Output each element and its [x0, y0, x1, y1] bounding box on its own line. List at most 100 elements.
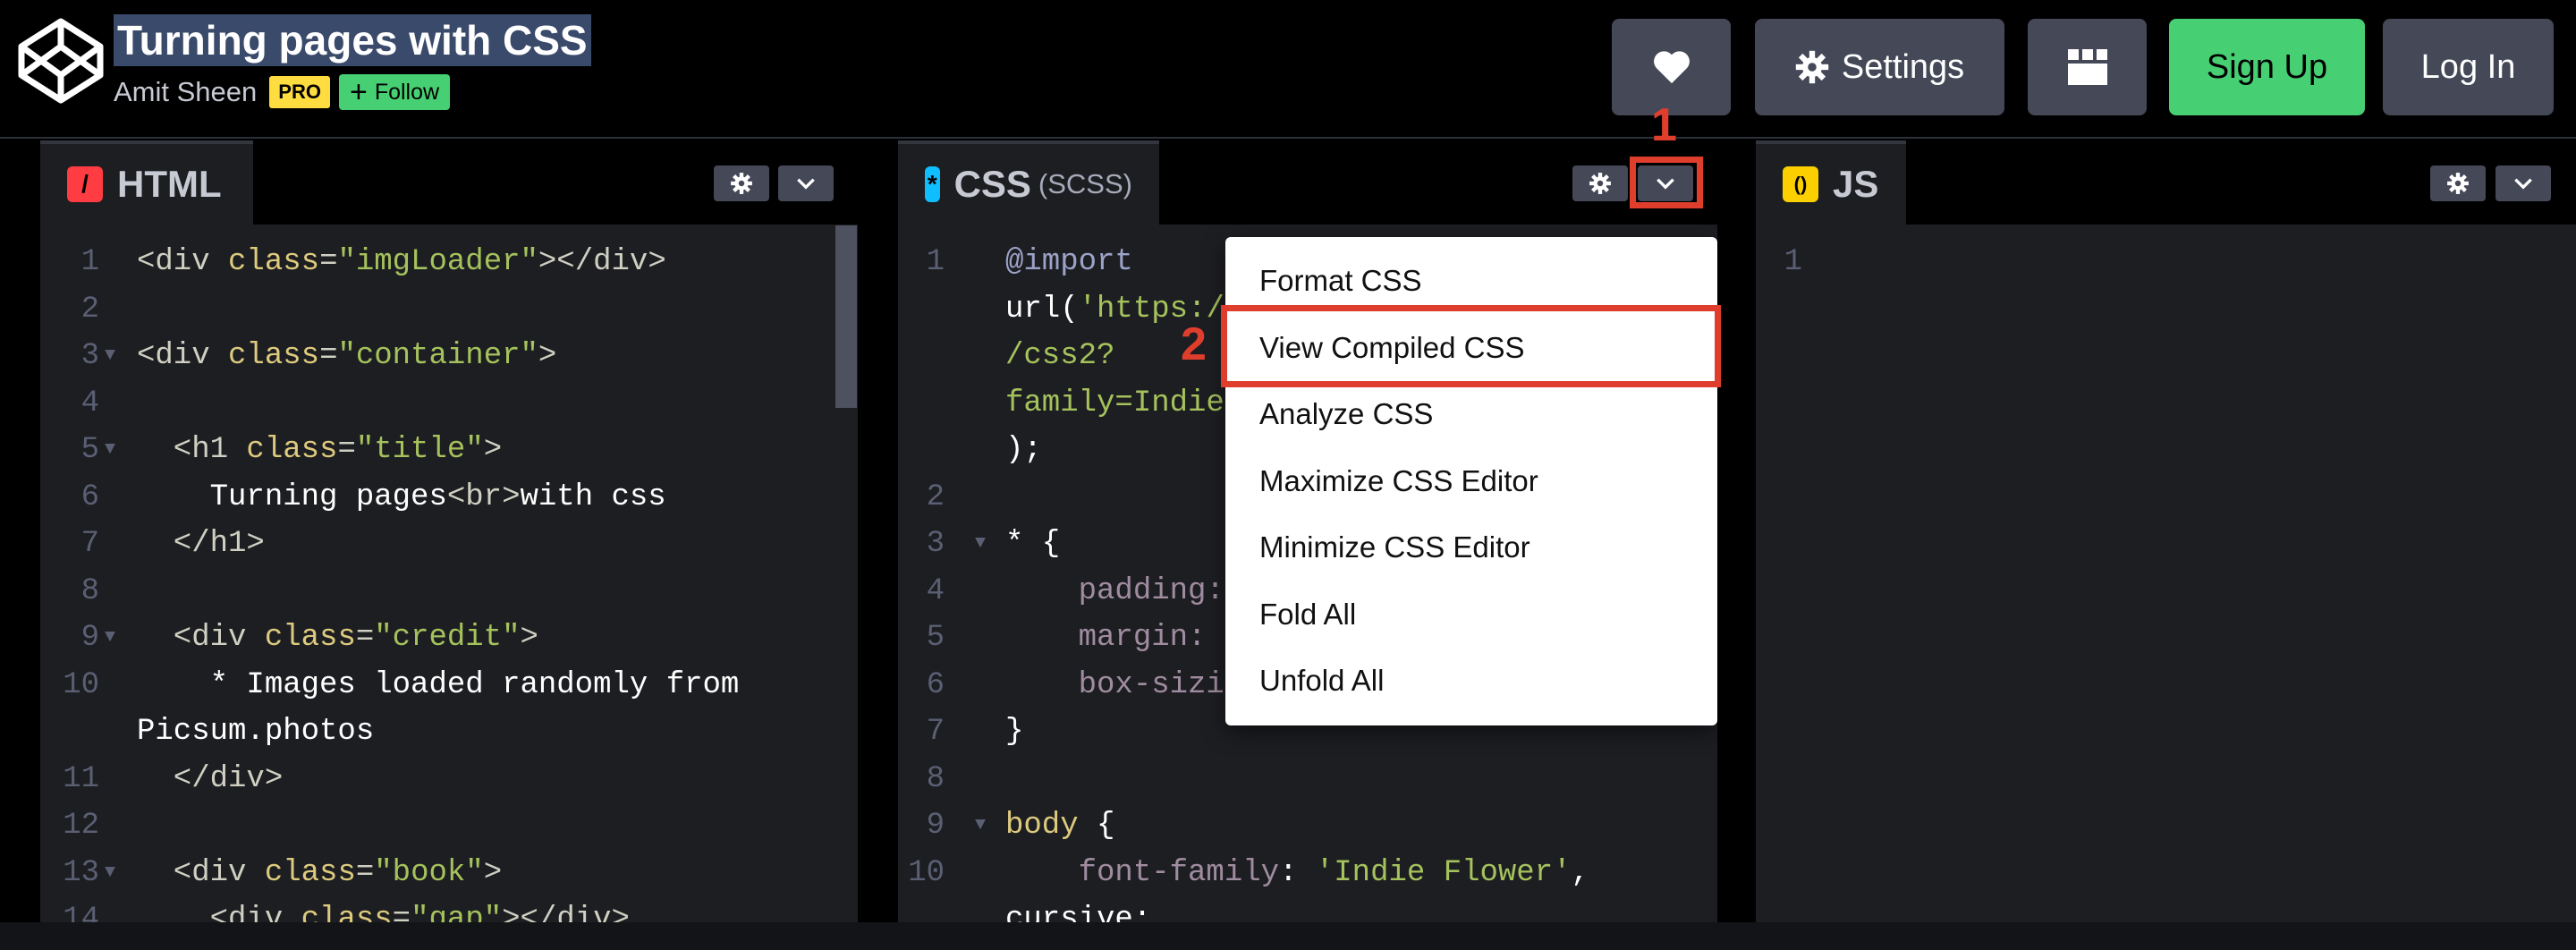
code-token: = [319, 339, 338, 373]
js-options-dropdown-button[interactable] [2496, 165, 2551, 201]
html-editor: / HTML 1 <div class="imgLoader"></div> 2 3 ▼… [40, 140, 858, 922]
line-number: 13 [63, 855, 99, 890]
html-code-area[interactable]: 1 <div class="imgLoader"></div> 2 3 ▼ <div cl… [40, 239, 858, 922]
line-number: 12 [63, 809, 99, 843]
fold-arrow-icon[interactable]: ▼ [975, 521, 986, 568]
code-line[interactable]: 11 </div> [40, 756, 858, 803]
code-token: with css [520, 479, 666, 514]
code-token: <div [137, 621, 265, 655]
code-line[interactable]: 5 ▼ <h1 class="title"> [40, 427, 858, 474]
top-header: Turning pages with CSS Amit Sheen PRO + … [0, 0, 2576, 139]
line-number: 1 [926, 245, 945, 279]
menu-item-minimize-css-editor[interactable]: Minimize CSS Editor [1225, 514, 1717, 581]
code-text: <div class="book"> [137, 850, 502, 897]
code-line[interactable]: 8 [898, 756, 1717, 803]
line-number: 5 [80, 433, 99, 467]
fold-arrow-icon[interactable]: ▼ [105, 427, 115, 474]
settings-button[interactable]: Settings [1755, 19, 2004, 115]
css-icon: * [925, 166, 940, 202]
code-line[interactable]: 8 [40, 568, 858, 615]
fold-arrow-icon[interactable]: ▼ [105, 615, 115, 662]
code-text: padding: [1005, 568, 1224, 615]
code-line[interactable]: 9 ▼ <div class="credit"> [40, 615, 858, 662]
code-line[interactable]: 13 ▼ <div class="book"> [40, 850, 858, 897]
js-code-area[interactable]: 1 [1756, 239, 2576, 286]
code-line[interactable]: 10 * Images loaded randomly from [40, 662, 858, 709]
sign-up-button[interactable]: Sign Up [2169, 19, 2365, 115]
line-number: 5 [926, 621, 945, 655]
code-token: class [264, 621, 356, 655]
code-line[interactable]: 4 [40, 380, 858, 428]
js-tab[interactable]: () JS [1756, 140, 1906, 225]
line-number: 1 [1784, 245, 1802, 279]
code-line[interactable]: 10 font-family: 'Indie Flower', [898, 850, 1717, 897]
code-text: </h1> [137, 521, 265, 568]
line-number: 3 [926, 527, 945, 561]
pro-badge: PRO [269, 76, 330, 108]
line-number: 4 [80, 386, 99, 420]
code-line[interactable]: 9 ▼ body { [898, 802, 1717, 850]
html-scrollbar[interactable] [835, 225, 857, 408]
code-token: ></div> [538, 245, 666, 279]
settings-label: Settings [1841, 47, 1965, 86]
line-number: 6 [80, 479, 99, 514]
css-settings-button[interactable] [1572, 165, 1628, 201]
step-2-label: 2 [1181, 318, 1207, 370]
fold-arrow-icon[interactable]: ▼ [105, 333, 115, 380]
code-token: = [392, 903, 411, 922]
html-settings-button[interactable] [714, 165, 769, 201]
code-line[interactable]: cursive; [898, 896, 1717, 922]
code-line[interactable]: Picsum.photos [40, 708, 858, 756]
code-token: = [355, 621, 375, 655]
menu-item-maximize-css-editor[interactable]: Maximize CSS Editor [1225, 448, 1717, 515]
code-token: * Images loaded randomly from [137, 667, 740, 702]
change-view-button[interactable] [2028, 19, 2147, 115]
code-text: <div class="imgLoader"></div> [137, 239, 666, 286]
pen-title[interactable]: Turning pages with CSS [114, 14, 591, 66]
code-line[interactable]: 1 <div class="imgLoader"></div> [40, 239, 858, 286]
step-1-highlight-box [1630, 157, 1703, 208]
gear-icon [2447, 173, 2469, 194]
layout-grid-icon [2067, 49, 2107, 85]
menu-item-unfold-all[interactable]: Unfold All [1225, 648, 1717, 715]
codepen-logo-icon[interactable] [16, 16, 106, 106]
code-text: <div class="gap"></div> [137, 896, 630, 922]
code-line[interactable]: 7 </h1> [40, 521, 858, 568]
step-1-label: 1 [1651, 99, 1677, 151]
code-line[interactable]: 14 <div class="gap"></div> [40, 896, 858, 922]
html-tab[interactable]: / HTML [40, 140, 253, 225]
code-text: <div class="credit"> [137, 615, 538, 662]
code-token: <br> [446, 479, 521, 514]
code-token: "gap" [411, 903, 503, 922]
menu-item-analyze-css[interactable]: Analyze CSS [1225, 381, 1717, 448]
fold-arrow-icon[interactable]: ▼ [105, 850, 115, 897]
line-number: 8 [80, 573, 99, 608]
code-token: padding: [1005, 573, 1224, 608]
code-token: class [264, 855, 356, 890]
css-tab[interactable]: * CSS (SCSS) [898, 140, 1159, 225]
follow-button[interactable]: + Follow [338, 74, 451, 110]
bottom-bar [0, 922, 2576, 950]
code-line[interactable]: 3 ▼ <div class="container"> [40, 333, 858, 380]
author-name[interactable]: Amit Sheen [114, 76, 257, 108]
menu-item-fold-all[interactable]: Fold All [1225, 581, 1717, 649]
html-options-dropdown-button[interactable] [778, 165, 834, 201]
code-token: body [1005, 809, 1079, 843]
code-text: @import [1005, 239, 1133, 286]
js-settings-button[interactable] [2430, 165, 2486, 201]
line-number: 11 [63, 761, 99, 796]
code-line[interactable]: 2 [40, 286, 858, 334]
code-token: cursive; [1005, 903, 1152, 922]
fold-arrow-icon[interactable]: ▼ [975, 802, 986, 850]
gear-icon [1589, 173, 1611, 194]
code-token: } [1005, 715, 1024, 749]
code-token: = [337, 433, 356, 467]
code-line[interactable]: 1 [1756, 239, 2576, 286]
code-token: * { [1005, 527, 1061, 561]
code-token: family=Indie [1005, 386, 1224, 420]
code-token: "imgLoader" [337, 245, 538, 279]
code-token: /css2? [1005, 339, 1115, 373]
code-line[interactable]: 12 [40, 802, 858, 850]
log-in-button[interactable]: Log In [2383, 19, 2554, 115]
code-line[interactable]: 6 Turning pages<br>with css [40, 474, 858, 522]
